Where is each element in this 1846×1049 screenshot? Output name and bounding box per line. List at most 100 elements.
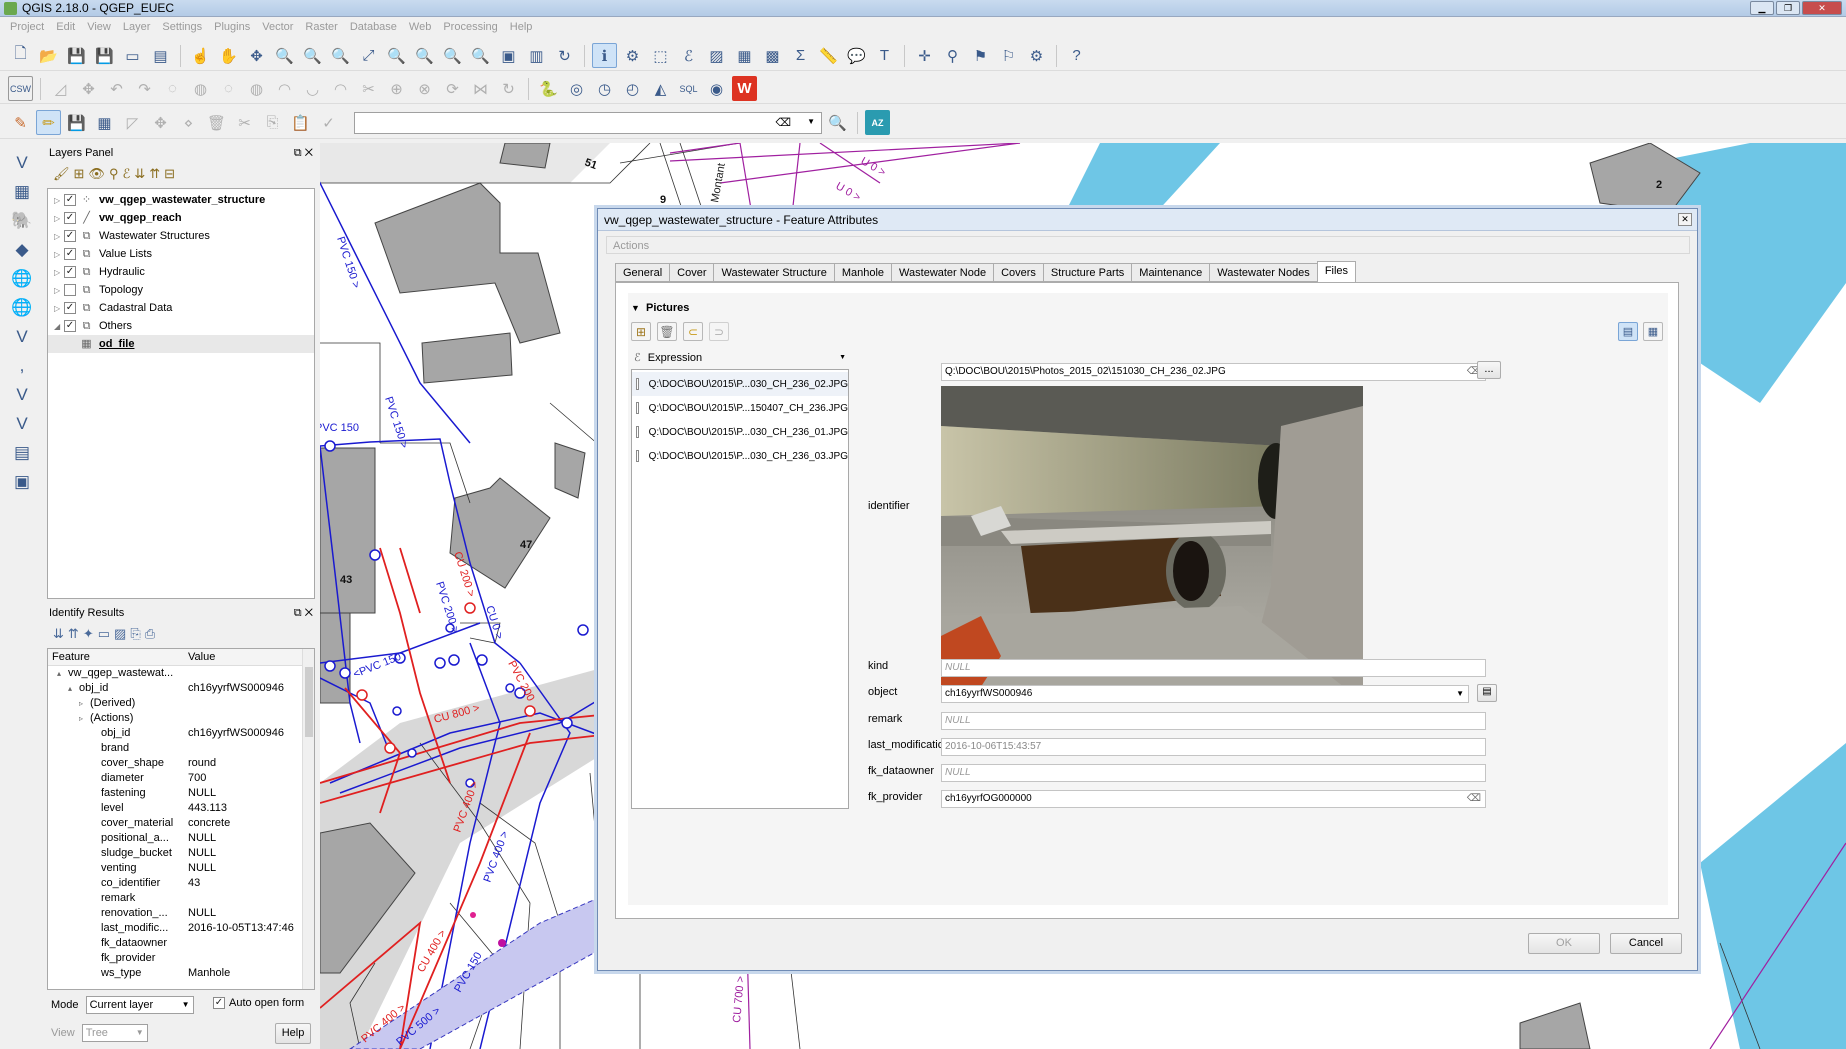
close-panel-icon[interactable]: ✕ [305,607,313,619]
collapse-all-icon[interactable]: ⇈ [149,166,160,182]
zoom-full-icon[interactable]: ⤢ [356,43,381,68]
menu-processing[interactable]: Processing [437,19,503,37]
identify-row[interactable]: obj_id ch16yyrfWS000946 [48,726,314,741]
fk-provider-input[interactable]: ch16yyrfOG000000 ⌫ [941,790,1486,808]
last-modification-input[interactable]: 2016-10-06T15:43:57 [941,738,1486,756]
file-list-item[interactable]: Q:\DOC\BOU\2015\P...030_CH_236_03.JPG [632,444,848,468]
trace-network-icon[interactable]: ⚲ [940,43,965,68]
text-annotation-icon[interactable]: T [872,43,897,68]
expand-arrow-icon[interactable]: ▷ [54,286,64,295]
menu-vector[interactable]: Vector [256,19,299,37]
measure-icon[interactable]: 📏 [816,43,841,68]
close-panel-icon[interactable]: ✕ [305,147,313,159]
tab-general[interactable]: General [615,263,670,282]
delete-child-icon[interactable]: 🗑 [657,322,677,341]
save-as-icon[interactable]: 💾 [92,43,117,68]
identify-row[interactable]: diameter 700 [48,771,314,786]
tree-arrow-icon[interactable]: ▹ [79,711,90,726]
expand-arrow-icon[interactable]: ▷ [54,304,64,313]
add-wcs-layer-icon[interactable]: 🌐 [10,295,35,320]
manage-themes-icon[interactable]: 👁 [88,166,105,182]
chevron-down-icon[interactable]: ▼ [807,117,815,126]
expand-arrow-icon[interactable]: ▷ [54,250,64,259]
menu-web[interactable]: Web [403,19,437,37]
layer-visibility-checkbox[interactable]: ✓ [64,320,76,332]
expand-arrow-icon[interactable]: ▷ [54,196,64,205]
new-bookmark-icon[interactable]: ▣ [496,43,521,68]
menu-project[interactable]: Project [4,19,50,37]
copy-feature-icon[interactable]: ⎘ [130,626,140,642]
collapse-arrow-icon[interactable]: ▼ [631,303,640,313]
menu-plugins[interactable]: Plugins [208,19,256,37]
georeferencer-icon[interactable]: ◎ [564,76,589,101]
file-list-item[interactable]: Q:\DOC\BOU\2015\P...030_CH_236_02.JPG [632,372,848,396]
add-group-icon[interactable]: ⊞ [74,166,85,182]
remark-input[interactable]: NULL [941,712,1486,730]
layer-visibility-checkbox[interactable]: ✓ [64,194,76,206]
identify-row[interactable]: remark [48,891,314,906]
plugin-w-icon[interactable]: W [732,76,757,101]
current-edits-icon[interactable]: ✎ [8,110,33,135]
gps-icon[interactable]: ◴ [620,76,645,101]
menu-edit[interactable]: Edit [50,19,81,37]
link-child-icon[interactable]: ⊂ [683,322,703,341]
layer-item[interactable]: ▷ ✓ ⧉ Wastewater Structures [48,227,314,245]
identify-row[interactable]: positional_a... NULL [48,831,314,846]
file-checkbox[interactable] [636,402,639,414]
layer-item[interactable]: ▷ ✓ ⧉ Value Lists [48,245,314,263]
menu-view[interactable]: View [81,19,117,37]
tree-arrow-icon[interactable]: ▹ [79,696,90,711]
add-delimited-text-icon[interactable]: , [10,353,35,378]
browse-button[interactable]: ... [1477,361,1501,379]
file-checkbox[interactable] [636,378,639,390]
show-bookmarks-icon[interactable]: ▥ [524,43,549,68]
expression-input[interactable]: ⌫ ▼ [354,111,822,134]
help-button[interactable]: Help [275,1023,311,1044]
layer-visibility-checkbox[interactable]: ✓ [64,212,76,224]
file-checkbox[interactable] [636,426,639,438]
tree-arrow-icon[interactable]: ▴ [57,666,68,681]
style-icon[interactable]: 🖌 [53,166,70,182]
layer-item[interactable]: ▷ ✓ ⧉ Hydraulic [48,263,314,281]
auto-open-checkbox[interactable]: ✓ [213,997,225,1009]
composer-manager-icon[interactable]: ▤ [148,43,173,68]
layer-visibility-checkbox[interactable]: ✓ [64,230,76,242]
time-icon[interactable]: ◷ [592,76,617,101]
statistics-icon[interactable]: Σ [788,43,813,68]
add-vector-layer-icon[interactable]: V [10,150,35,175]
add-postgis-layer-icon[interactable]: 🐘 [10,208,35,233]
identify-row[interactable]: last_modific... 2016-10-05T13:47:46 [48,921,314,936]
add-db2-icon[interactable]: ▣ [10,469,35,494]
clear-icon[interactable]: ⌫ [1467,791,1481,807]
clear-results-icon[interactable]: ▭ [98,626,110,642]
add-wfs-layer-icon[interactable]: V [10,324,35,349]
cancel-button[interactable]: Cancel [1610,933,1682,954]
identify-features-icon[interactable]: ℹ [592,43,617,68]
identify-row[interactable]: fastening NULL [48,786,314,801]
pan-to-selection-icon[interactable]: ☝ [188,43,213,68]
menu-settings[interactable]: Settings [156,19,208,37]
heatmap-icon[interactable]: ◭ [648,76,673,101]
menu-layer[interactable]: Layer [117,19,157,37]
select-features-icon[interactable]: ⬚ [648,43,673,68]
select-by-expression-icon[interactable]: ℰ [676,43,701,68]
expand-tree-icon[interactable]: ⇊ [53,626,64,642]
tab-manhole[interactable]: Manhole [833,263,892,282]
downstream-icon[interactable]: ⚑ [968,43,993,68]
open-form-icon[interactable]: ▤ [1477,684,1497,702]
csw-icon[interactable]: CSW [8,76,33,101]
tab-cover[interactable]: Cover [669,263,714,282]
maximize-button[interactable]: ❐ [1776,1,1800,15]
globe-icon[interactable]: ◉ [704,76,729,101]
file-list-item[interactable]: Q:\DOC\BOU\2015\P...150407_CH_236.JPG [632,396,848,420]
identifier-path-input[interactable]: Q:\DOC\BOU\2015\Photos_2015_02\151030_CH… [941,363,1486,381]
float-icon[interactable]: ⧉ [294,147,302,159]
layer-item[interactable]: ▷ ✓ ⁘ vw_qgep_wastewater_structure [48,191,314,209]
db-manager-icon[interactable]: SQL [676,76,701,101]
run-action-icon[interactable]: ⚙ [620,43,645,68]
add-mssql-icon[interactable]: ▤ [10,440,35,465]
identify-row[interactable]: venting NULL [48,861,314,876]
print-composer-icon[interactable]: ▭ [120,43,145,68]
feature-column-header[interactable]: Feature [48,649,188,665]
az-sort-icon[interactable]: AZ [865,110,890,135]
